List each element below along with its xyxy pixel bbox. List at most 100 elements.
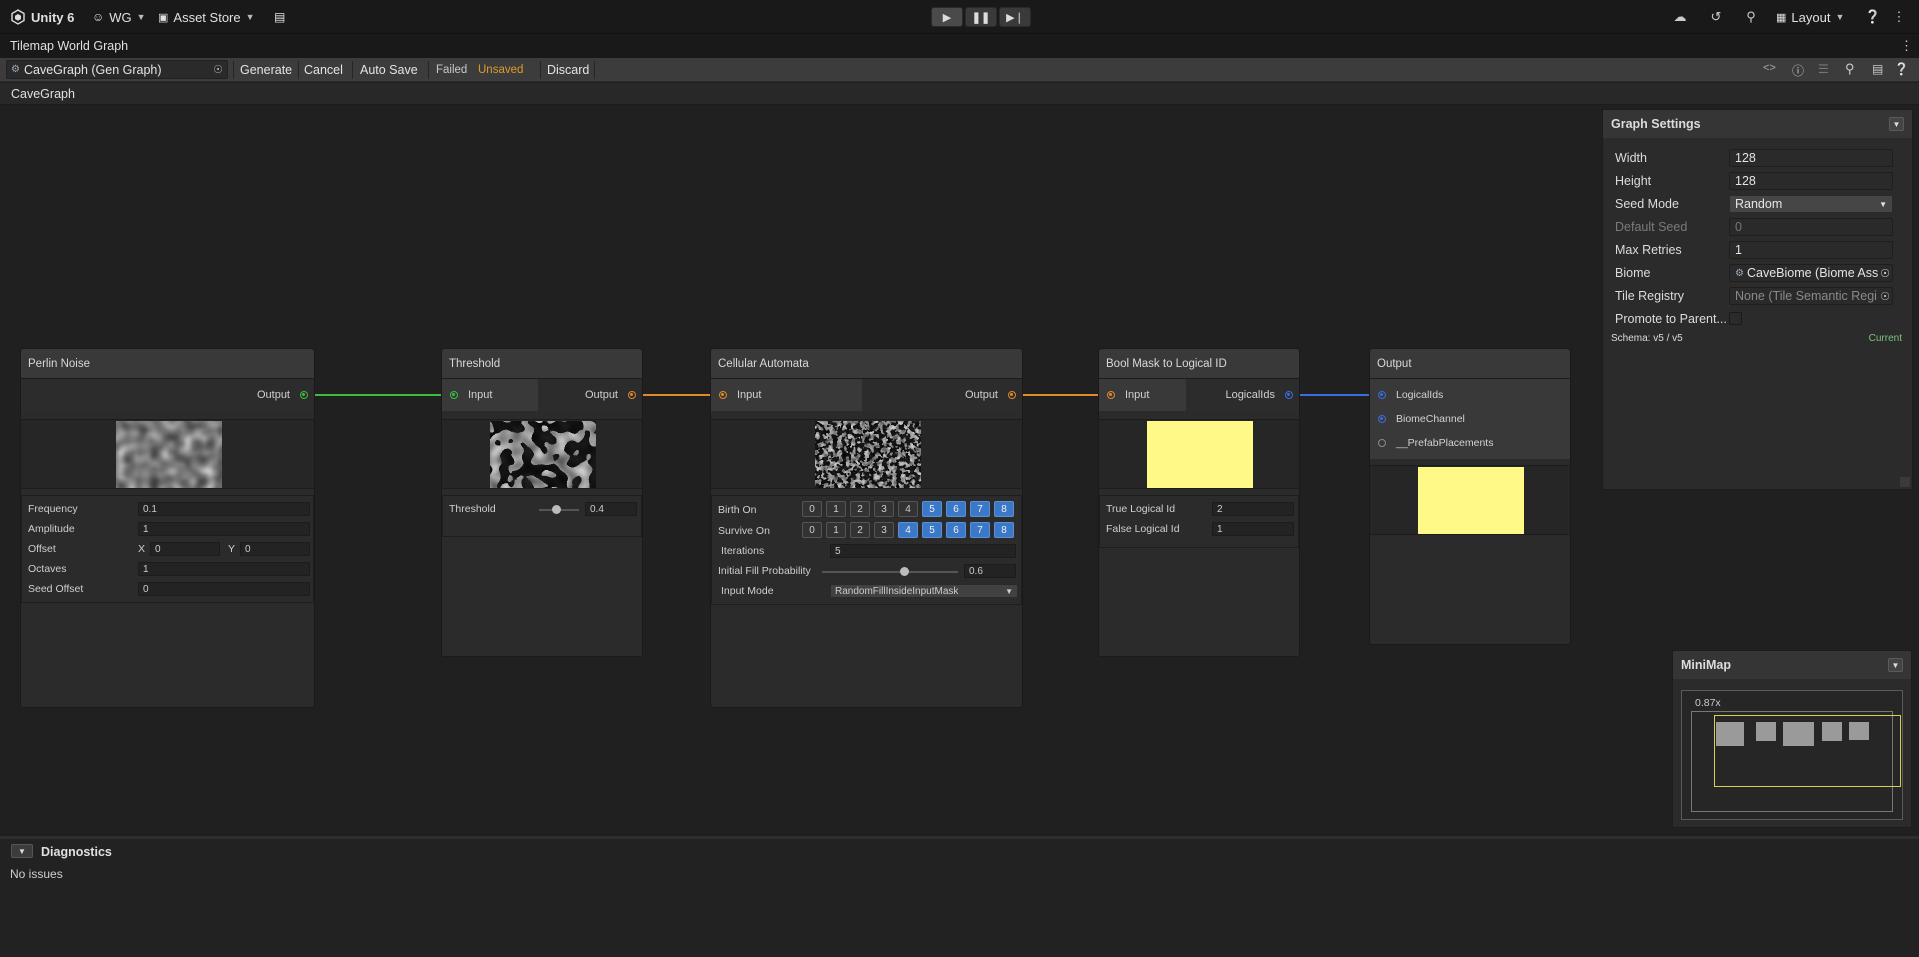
birth-on-digit-7[interactable]: 7 [970,501,990,517]
fill-probability-field[interactable]: 0.6 [964,564,1016,578]
height-field[interactable]: 128 [1729,172,1893,190]
survive-on-digit-7[interactable]: 7 [970,522,990,538]
minimap-viewport-rect[interactable] [1714,715,1901,787]
history-icon[interactable]: ↺ [1707,8,1725,26]
list-icon[interactable]: ☰ [1818,62,1829,76]
window-menu-icon[interactable]: ⋮ [1900,38,1913,54]
code-icon[interactable]: <> [1763,62,1776,74]
promote-checkbox[interactable] [1729,312,1742,325]
survive-on-digit-3[interactable]: 3 [874,522,894,538]
seed-offset-field[interactable]: 0 [138,582,310,596]
birth-on-digit-4[interactable]: 4 [898,501,918,517]
port-connector-icon[interactable] [719,391,727,399]
node-cellular-automata[interactable]: Cellular Automata Input Output Birth On … [710,348,1023,708]
auto-save-toggle[interactable]: Auto Save [356,61,422,79]
input-port[interactable]: Input [711,379,862,411]
more-icon[interactable]: ⋮ [1890,8,1908,26]
help-icon[interactable]: ❔ [1894,62,1909,76]
breadcrumb-item[interactable]: CaveGraph [11,87,75,101]
node-title[interactable]: Output [1370,349,1570,379]
discard-button[interactable]: Discard [543,61,593,79]
search-icon[interactable]: ⚲ [1742,8,1760,26]
survive-on-digit-0[interactable]: 0 [802,522,822,538]
threshold-field[interactable]: 0.4 [585,502,637,516]
account-dropdown[interactable]: ☺ WG ▼ [92,8,146,26]
amplitude-field[interactable]: 1 [138,522,310,536]
survive-on-digit-2[interactable]: 2 [850,522,870,538]
iterations-field[interactable]: 5 [830,544,1016,558]
object-picker-icon[interactable]: ☉ [1880,266,1890,280]
minimap-view[interactable]: 0.87x [1681,690,1903,820]
window-title[interactable]: Tilemap World Graph [10,39,128,53]
diagnostics-toggle[interactable]: ▼ [11,844,33,858]
port-connector-icon[interactable] [1378,391,1386,399]
object-picker-icon[interactable]: ☉ [213,63,223,76]
graph-canvas[interactable]: Perlin Noise Output Frequency 0.1 Amplitu… [0,106,1919,836]
graph-object-field[interactable]: ⚙ CaveGraph (Gen Graph) ☉ [6,60,228,79]
port-connector-icon[interactable] [450,391,458,399]
input-port-prefabplacements[interactable]: __PrefabPlacements [1378,437,1493,449]
zoom-icon[interactable]: ⚲ [1845,61,1855,77]
port-connector-icon[interactable] [1008,391,1016,399]
survive-on-digit-4[interactable]: 4 [898,522,918,538]
birth-on-digit-2[interactable]: 2 [850,501,870,517]
octaves-field[interactable]: 1 [138,562,310,576]
collapse-button[interactable]: ▼ [1889,117,1904,131]
birth-on-digit-8[interactable]: 8 [994,501,1014,517]
output-port[interactable]: Output [257,379,308,411]
cancel-button[interactable]: Cancel [300,61,347,79]
layout-dropdown[interactable]: ▦ Layout ▼ [1776,8,1844,26]
false-logical-id-field[interactable]: 1 [1212,522,1294,536]
port-connector-icon[interactable] [1285,391,1293,399]
node-threshold[interactable]: Threshold Input Output Threshold 0.4 [441,348,643,657]
unity-menu[interactable]: Unity 6 [10,8,74,26]
seed-mode-dropdown[interactable]: Random ▼ [1729,195,1893,213]
port-connector-icon[interactable] [628,391,636,399]
collapse-button[interactable]: ▼ [1888,658,1903,672]
package-icon[interactable]: ▤ [274,8,285,26]
node-output[interactable]: Output LogicalIds BiomeChannel __PrefabP… [1369,348,1571,645]
birth-on-digit-3[interactable]: 3 [874,501,894,517]
node-perlin-noise[interactable]: Perlin Noise Output Frequency 0.1 Amplitu… [20,348,315,708]
port-connector-icon[interactable] [1378,415,1386,423]
input-port-logicalids[interactable]: LogicalIds [1378,389,1443,401]
survive-on-digit-5[interactable]: 5 [922,522,942,538]
help-icon[interactable]: ❔ [1864,8,1882,26]
threshold-slider-handle[interactable] [552,505,561,514]
step-button[interactable]: ▶❘ [999,7,1031,27]
output-port[interactable]: Output [585,379,636,411]
birth-on-digit-1[interactable]: 1 [826,501,846,517]
play-button[interactable]: ▶ [931,7,963,27]
asset-store-dropdown[interactable]: ▣ Asset Store ▼ [158,8,255,26]
tile-registry-object-field[interactable]: None (Tile Semantic Regi ☉ [1729,287,1893,305]
birth-on-digit-6[interactable]: 6 [946,501,966,517]
width-field[interactable]: 128 [1729,149,1893,167]
birth-on-digit-5[interactable]: 5 [922,501,942,517]
port-connector-icon[interactable] [1378,439,1386,447]
fill-slider-handle[interactable] [900,567,909,576]
pause-button[interactable]: ❚❚ [965,7,997,27]
port-connector-icon[interactable] [300,391,308,399]
survive-on-digit-6[interactable]: 6 [946,522,966,538]
info-icon[interactable]: ⓘ [1792,62,1804,79]
document-icon[interactable]: ▤ [1872,62,1883,76]
node-bool-mask-to-logical-id[interactable]: Bool Mask to Logical ID Input LogicalIds [1098,348,1300,657]
node-title[interactable]: Bool Mask to Logical ID [1099,349,1299,379]
node-title[interactable]: Perlin Noise [21,349,314,379]
node-title[interactable]: Cellular Automata [711,349,1022,379]
input-port[interactable]: Input [442,379,538,411]
survive-on-digit-8[interactable]: 8 [994,522,1014,538]
fill-slider-track[interactable] [822,571,958,573]
offset-x-field[interactable]: 0 [150,542,220,556]
port-connector-icon[interactable] [1107,391,1115,399]
true-logical-id-field[interactable]: 2 [1212,502,1294,516]
input-mode-dropdown[interactable]: RandomFillInsideInputMask ▼ [830,584,1018,598]
survive-on-digit-1[interactable]: 1 [826,522,846,538]
output-port[interactable]: LogicalIds [1225,379,1293,411]
object-picker-icon[interactable]: ☉ [1880,289,1890,303]
resize-handle[interactable] [1900,477,1910,487]
input-port[interactable]: Input [1099,379,1186,411]
cloud-icon[interactable]: ☁ [1671,8,1689,26]
biome-object-field[interactable]: ⚙ CaveBiome (Biome Ass ☉ [1729,264,1893,282]
input-port-biomechannel[interactable]: BiomeChannel [1378,413,1465,425]
